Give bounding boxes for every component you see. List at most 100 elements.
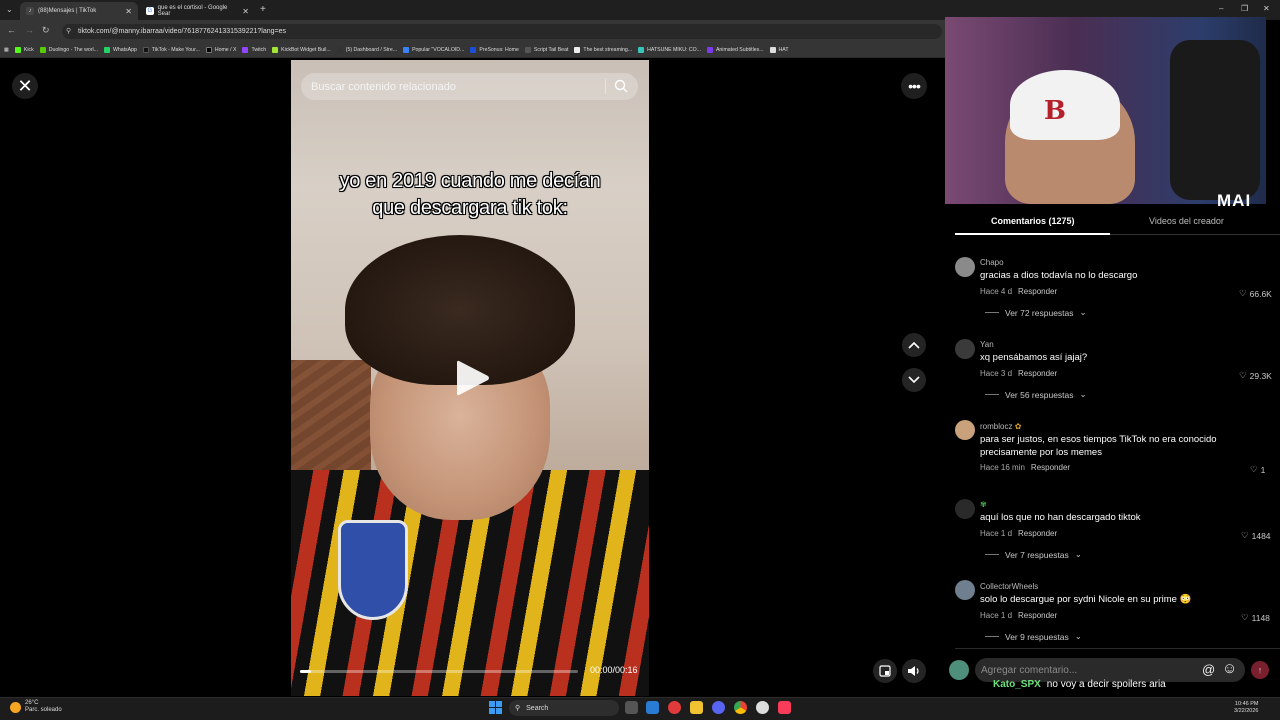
bookmark-item[interactable]: Script Tail Beat: [524, 46, 568, 53]
bookmark-item[interactable]: The best streaming...: [574, 46, 632, 53]
chevron-down-icon: ⌄: [1079, 389, 1087, 399]
avatar[interactable]: [955, 580, 975, 600]
mention-icon[interactable]: @: [1202, 662, 1215, 677]
like-button[interactable]: ♡ 66.6K: [1239, 288, 1272, 299]
view-replies-button[interactable]: Ver 7 respuestas ⌄: [985, 549, 1082, 560]
reply-button[interactable]: Responder: [1031, 463, 1070, 472]
play-icon[interactable]: [455, 358, 491, 403]
window-close-icon[interactable]: ✕: [1263, 4, 1270, 13]
bookmark-item[interactable]: (5) Dashboard / Stre...: [336, 46, 397, 53]
like-button[interactable]: ♡ 1148: [1241, 612, 1270, 623]
task-view-icon[interactable]: [625, 701, 638, 714]
avatar[interactable]: [955, 499, 975, 519]
progress-track[interactable]: [300, 670, 578, 673]
back-icon[interactable]: ←: [7, 25, 16, 35]
comment-meta: Hace 4 d Responder: [980, 287, 1057, 296]
search-icon: ⚲: [515, 705, 521, 712]
bookmark-item[interactable]: HATSUNE MIKU: CO...: [638, 46, 701, 53]
avatar[interactable]: [955, 420, 975, 440]
clock-time: 10:46 PM: [1234, 701, 1259, 707]
emoji-icon[interactable]: ☺: [1222, 660, 1237, 677]
browser-tab-google[interactable]: G que es el cortisol - Google Sear ✕: [140, 2, 255, 20]
tab-search-icon[interactable]: ⌄: [6, 5, 13, 14]
chrome-icon[interactable]: [734, 701, 747, 714]
like-button[interactable]: ♡ 1: [1250, 464, 1265, 475]
comment-meta: Hace 3 d Responder: [980, 369, 1057, 378]
close-video-button[interactable]: ✕: [12, 73, 38, 99]
music-icon[interactable]: [778, 701, 791, 714]
start-icon[interactable]: [489, 701, 502, 714]
reply-button[interactable]: Responder: [1018, 287, 1057, 296]
url-field[interactable]: tiktok.com/@manny.ibarraa/video/76187762…: [62, 24, 942, 39]
search-icon[interactable]: [614, 79, 628, 96]
comment-username[interactable]: ✾: [980, 500, 987, 509]
comment-text: aquí los que no han descargado tiktok: [980, 512, 1141, 523]
tab-close-icon[interactable]: ✕: [242, 7, 249, 16]
view-replies-button[interactable]: Ver 9 respuestas ⌄: [985, 631, 1082, 642]
view-replies-button[interactable]: Ver 56 respuestas ⌄: [985, 389, 1087, 400]
related-search-input[interactable]: Buscar contenido relacionado: [301, 73, 638, 100]
reply-button[interactable]: Responder: [1018, 369, 1057, 378]
bookmark-item[interactable]: Animated Subtitles...: [706, 46, 764, 53]
view-replies-button[interactable]: Ver 72 respuestas ⌄: [985, 307, 1087, 318]
cap-logo: B: [1044, 96, 1066, 126]
apps-icon[interactable]: ▦: [4, 47, 9, 53]
chatgpt-icon[interactable]: [756, 701, 769, 714]
bookmark-item[interactable]: Duolingo - The worl...: [39, 46, 98, 53]
tab-creator-videos[interactable]: Videos del creador: [1149, 216, 1224, 226]
like-button[interactable]: ♡ 1484: [1241, 530, 1271, 541]
scroll-up-button[interactable]: [902, 333, 926, 357]
reply-button[interactable]: Responder: [1018, 611, 1057, 620]
bookmark-item[interactable]: HAT: [769, 46, 789, 53]
tab-comments[interactable]: Comentarios (1275): [991, 216, 1075, 226]
taskbar-search-label: Search: [526, 704, 549, 712]
like-button[interactable]: ♡ 29.3K: [1239, 370, 1272, 381]
more-options-button[interactable]: •••: [901, 73, 927, 99]
comment-text: solo lo descargue por sydni Nicole en su…: [980, 594, 1192, 605]
chat-message: no voy a decir spoilers aria: [1046, 679, 1166, 690]
comment-username[interactable]: Yan: [980, 340, 994, 349]
reply-button[interactable]: Responder: [1018, 529, 1057, 538]
tab-close-icon[interactable]: ✕: [125, 7, 132, 16]
bookmark-item[interactable]: PreSonus: Home: [470, 46, 519, 53]
maximize-icon[interactable]: ❐: [1241, 4, 1248, 13]
bookmark-item[interactable]: Twitch: [242, 46, 266, 53]
minimize-icon[interactable]: –: [1219, 4, 1223, 13]
like-count: 66.6K: [1249, 288, 1272, 299]
my-avatar[interactable]: [949, 660, 969, 680]
avatar[interactable]: [955, 339, 975, 359]
scroll-down-button[interactable]: [902, 368, 926, 392]
comment-username[interactable]: CollectorWheels: [980, 582, 1038, 591]
bookmark-item[interactable]: TikTok - Make Your...: [142, 46, 200, 53]
reload-icon[interactable]: ↻: [42, 25, 50, 36]
avatar[interactable]: [955, 257, 975, 277]
pip-icon[interactable]: [873, 659, 897, 683]
volume-icon[interactable]: [902, 659, 926, 683]
comment-username[interactable]: Chapo: [980, 258, 1004, 267]
bookmark-item[interactable]: WhatsApp: [103, 46, 137, 53]
browser-tab-tiktok[interactable]: ♪ (88)Mensajes | TikTok ✕: [20, 2, 138, 20]
system-clock[interactable]: 10:46 PM 3/22/2026: [1234, 701, 1258, 715]
weather-temp: 26°C: [25, 700, 39, 706]
comment-text: xq pensábamos así jajaj?: [980, 352, 1088, 363]
google-favicon-icon: G: [146, 7, 154, 15]
edge-icon[interactable]: [646, 701, 659, 714]
bookmark-item[interactable]: Popular "VOCALOID...: [403, 46, 464, 53]
new-tab-button[interactable]: +: [260, 4, 266, 15]
file-explorer-icon[interactable]: [690, 701, 703, 714]
weather-icon[interactable]: [10, 702, 21, 713]
comment-meta: Hace 1 d Responder: [980, 611, 1057, 620]
weather-desc: Parc. soleado: [25, 707, 62, 713]
discord-icon[interactable]: [712, 701, 725, 714]
bookmark-item[interactable]: Kick: [14, 46, 34, 53]
send-comment-button[interactable]: ↑: [1251, 661, 1269, 679]
app-icon[interactable]: [668, 701, 681, 714]
progress-fill: [300, 670, 312, 673]
bookmark-item[interactable]: Home / X: [205, 46, 236, 53]
site-info-icon[interactable]: ⚲: [66, 27, 71, 35]
taskbar-search[interactable]: ⚲ Search: [509, 700, 619, 716]
bookmark-item[interactable]: KickBot Widget Buil...: [272, 46, 331, 53]
forward-icon[interactable]: →: [25, 25, 34, 35]
weather-widget[interactable]: 26°C Parc. soleado: [25, 700, 62, 714]
comment-username[interactable]: romblocz ✿: [980, 422, 1021, 431]
